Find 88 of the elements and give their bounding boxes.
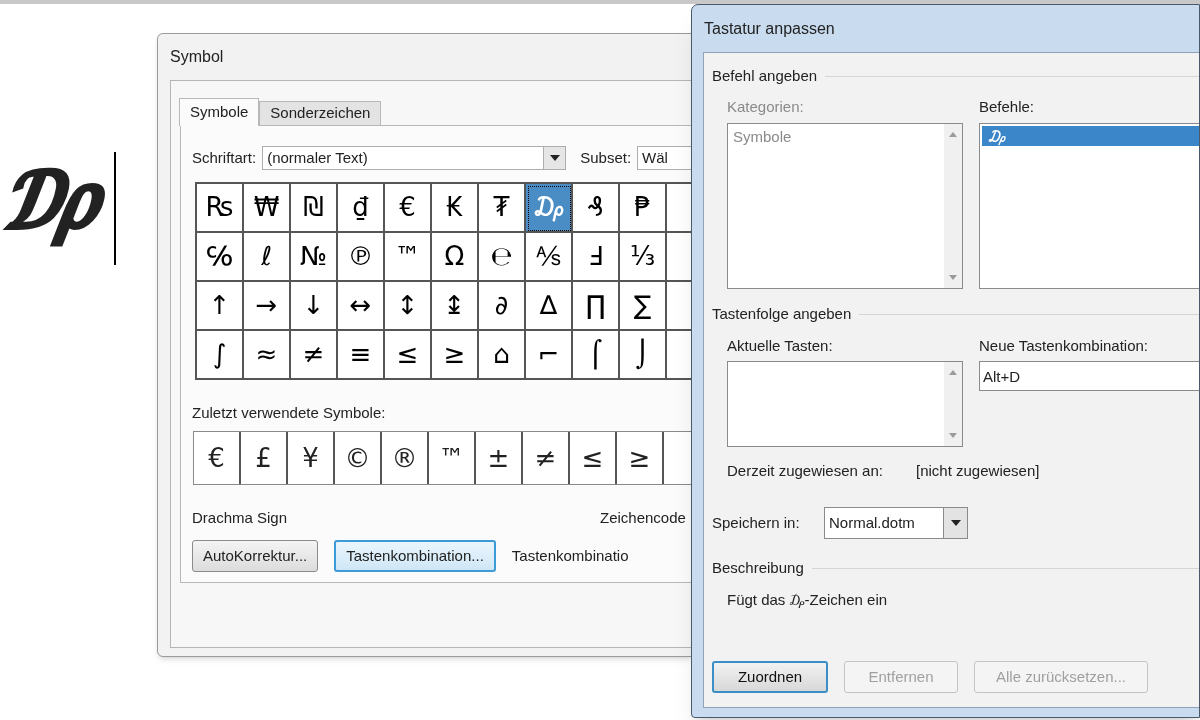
symbol-cell[interactable]: ∏ (573, 282, 620, 331)
symbol-cell[interactable]: © (335, 432, 382, 484)
symbol-cell[interactable]: ™ (429, 432, 476, 484)
subset-dropdown[interactable]: Wäl (637, 146, 691, 170)
symbol-cell[interactable]: ≤ (570, 432, 617, 484)
symbol-cell[interactable]: ∫ (197, 331, 244, 380)
dialog-title: Symbol (170, 47, 224, 67)
dialog-button[interactable]: Tastenkombination... (334, 540, 496, 572)
field-label: Speichern in: (712, 512, 801, 533)
symbol-cell[interactable]: Ⅎ (573, 233, 620, 282)
symbol-cell[interactable]: ⅍ (526, 233, 573, 282)
symbol-cell[interactable]: ™ (385, 233, 432, 282)
scroll-down-icon[interactable] (949, 275, 957, 280)
field-label: Schriftart: (192, 147, 257, 168)
symbol-cell[interactable]: ≠ (523, 432, 570, 484)
commands-list[interactable]: ₯ (979, 123, 1199, 289)
field-label: Aktuelle Tasten: (727, 335, 833, 356)
dropdown-arrow-icon (950, 520, 961, 526)
symbol-cell[interactable]: ⌐ (526, 331, 573, 380)
dialog-button[interactable]: AutoKorrektur... (192, 540, 319, 572)
symbol-cell[interactable]: ₯ (526, 184, 573, 233)
symbol-cell[interactable]: € (385, 184, 432, 233)
group-heading: Befehl angeben (712, 65, 818, 86)
scroll-up-icon[interactable] (949, 370, 957, 375)
symbol-cell[interactable]: ≠ (291, 331, 338, 380)
symbol-cell[interactable]: ↨ (432, 282, 479, 331)
group-heading: Beschreibung (712, 557, 804, 578)
symbol-cell[interactable]: ₭ (432, 184, 479, 233)
symbol-cell[interactable]: ↑ (197, 282, 244, 331)
dialog-button[interactable]: Zuordnen (712, 661, 828, 693)
symbol-cell[interactable]: ↕ (385, 282, 432, 331)
description-text: Fügt das ₯-Zeichen ein (727, 589, 888, 610)
symbol-cell[interactable]: ≤ (385, 331, 432, 380)
shortcut-input[interactable]: Alt+D (979, 361, 1199, 391)
symbol-cell[interactable]: Ω (432, 233, 479, 282)
symbol-cell[interactable]: ₨ (197, 184, 244, 233)
field-label: Neue Tastenkombination: (979, 335, 1148, 356)
document-text: ₯ (4, 148, 104, 252)
symbol-cell[interactable]: ₱ (620, 184, 667, 233)
symbol-cell[interactable]: ₮ (479, 184, 526, 233)
symbol-cell[interactable]: ≈ (244, 331, 291, 380)
symbol-cell[interactable]: ∂ (479, 282, 526, 331)
symbol-cell[interactable]: ⌠ (573, 331, 620, 380)
list-item[interactable]: ₯ (982, 126, 1199, 146)
symbol-cell[interactable]: ¥ (288, 432, 335, 484)
symbol-cell[interactable]: ⅓ (620, 233, 667, 282)
font-dropdown[interactable]: (normaler Text) (262, 146, 567, 170)
symbol-cell[interactable]: ≥ (432, 331, 479, 380)
assignment-value: [nicht zugewiesen] (916, 460, 1040, 481)
symbol-cell[interactable]: ® (382, 432, 429, 484)
symbol-cell[interactable]: ⌡ (620, 331, 667, 380)
symbol-cell[interactable]: ≥ (617, 432, 664, 484)
field-label: Derzeit zugewiesen an: (727, 460, 884, 481)
current-keys-list[interactable] (727, 361, 963, 447)
symbol-cell[interactable]: ₪ (291, 184, 338, 233)
symbol-cell[interactable]: ± (476, 432, 523, 484)
tab[interactable]: Symbole (179, 98, 260, 126)
field-label: Subset: (580, 147, 632, 168)
group-heading: Tastenfolge angeben (712, 303, 852, 324)
character-name: Drachma Sign (192, 507, 289, 528)
dropdown-arrow-icon (549, 155, 560, 161)
scroll-down-icon[interactable] (949, 433, 957, 438)
field-label: Befehle: (979, 96, 1035, 117)
section-label: Zuletzt verwendete Symbole: (192, 402, 386, 423)
field-label: Kategorien: (727, 96, 804, 117)
symbol-cell[interactable]: ≡ (338, 331, 385, 380)
save-in-dropdown[interactable]: Normal.dotm (824, 507, 968, 539)
symbol-cell[interactable]: £ (241, 432, 288, 484)
symbol-cell[interactable]: ↓ (291, 282, 338, 331)
symbol-cell[interactable]: ∆ (526, 282, 573, 331)
tab[interactable]: Sonderzeichen (259, 101, 382, 125)
symbol-cell[interactable]: ₰ (573, 184, 620, 233)
symbol-cell[interactable]: ℮ (479, 233, 526, 282)
symbol-cell[interactable]: ℓ (244, 233, 291, 282)
symbol-cell[interactable]: ∑ (620, 282, 667, 331)
symbol-cell[interactable]: € (194, 432, 241, 484)
field-label: Tastenkombinatio (511, 545, 629, 566)
symbol-cell[interactable]: ↔ (338, 282, 385, 331)
symbol-cell[interactable]: № (291, 233, 338, 282)
symbol-cell[interactable]: → (244, 282, 291, 331)
symbol-cell[interactable]: ℗ (338, 233, 385, 282)
field-label: Zeichencode (600, 507, 686, 528)
symbol-cell[interactable]: ₩ (244, 184, 291, 233)
scroll-up-icon[interactable] (949, 132, 957, 137)
symbol-cell[interactable]: ⌂ (479, 331, 526, 380)
symbol-cell[interactable]: ℅ (197, 233, 244, 282)
dialog-title: Tastatur anpassen (704, 18, 835, 39)
symbol-cell[interactable]: ₫ (338, 184, 385, 233)
